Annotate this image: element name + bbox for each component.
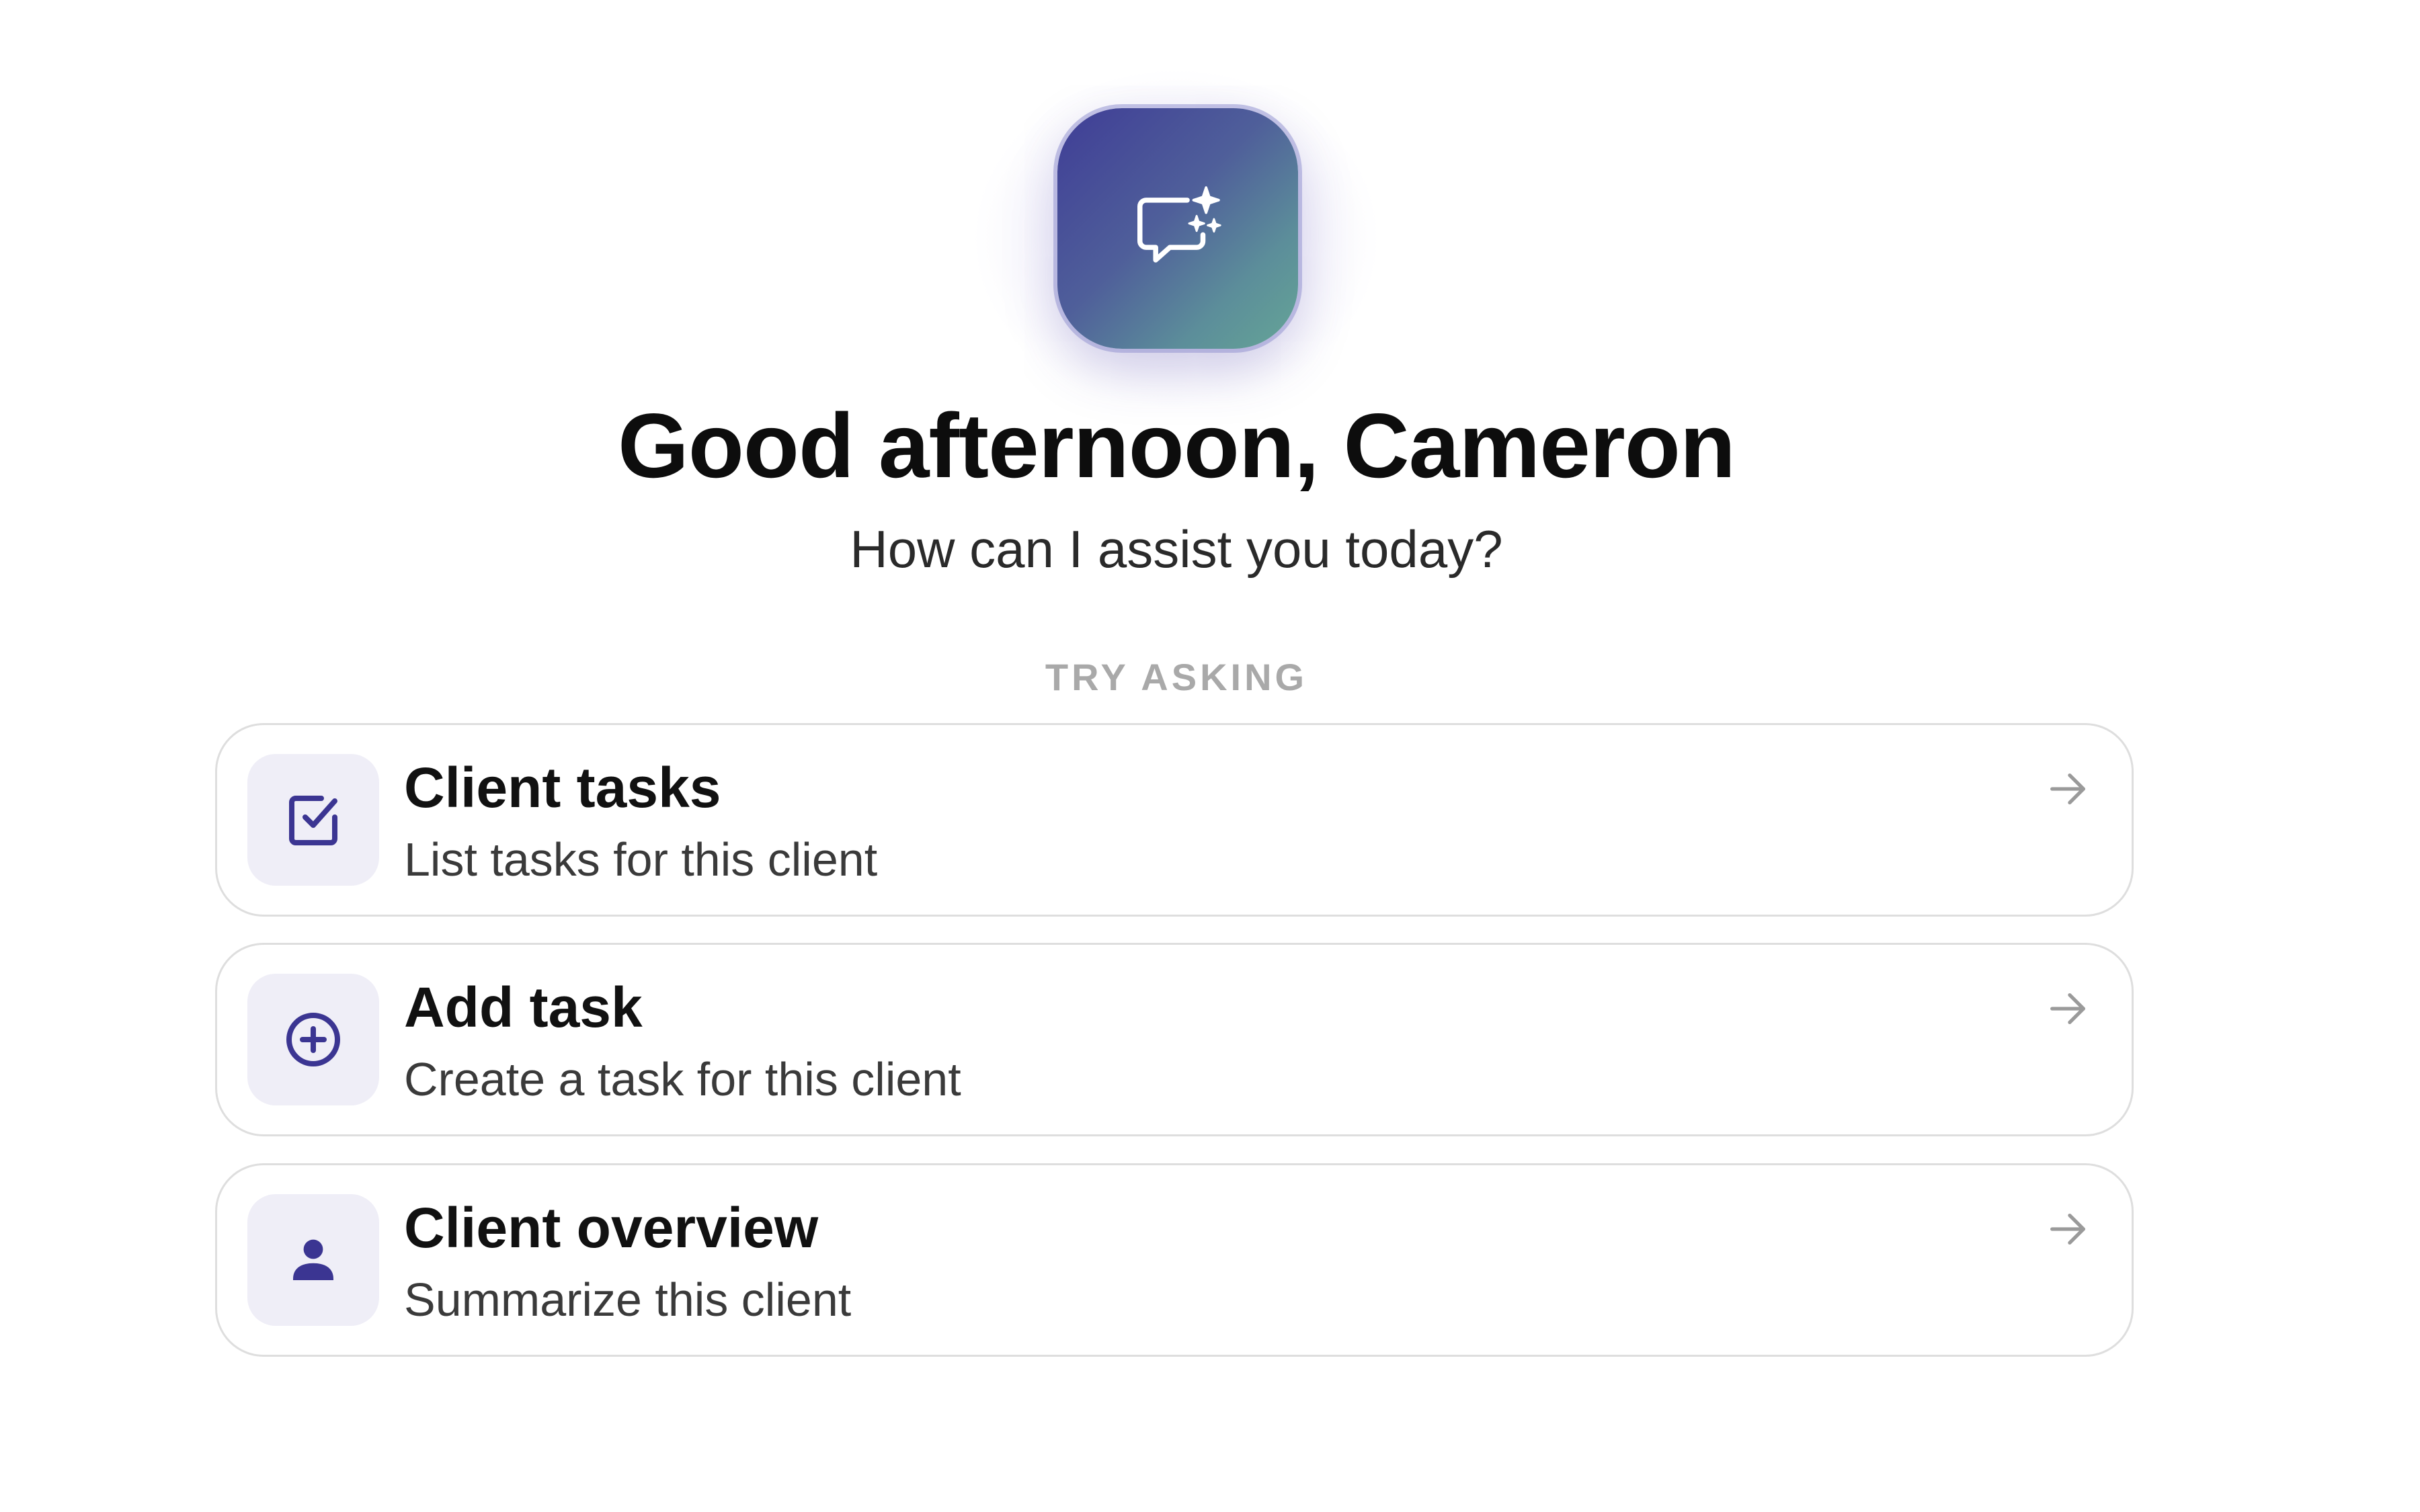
person-icon bbox=[293, 1239, 333, 1280]
suggestion-icon-tile bbox=[247, 754, 379, 886]
suggestion-title: Client tasks bbox=[404, 756, 721, 819]
checkbox-icon bbox=[289, 796, 337, 845]
greeting-subtitle: How can I assist you today? bbox=[850, 519, 1503, 579]
arrow-right-icon bbox=[2050, 993, 2085, 1025]
arrow-right-icon bbox=[2050, 773, 2085, 805]
suggestion-client-overview[interactable]: Client overview Summarize this client bbox=[215, 1163, 2134, 1357]
chat-sparkle-icon bbox=[1137, 186, 1221, 263]
assistant-logo bbox=[1057, 108, 1298, 349]
suggestion-title: Add task bbox=[404, 976, 643, 1039]
suggestion-icon-tile bbox=[247, 1194, 379, 1326]
greeting-heading: Good afternoon, Cameron bbox=[618, 394, 1736, 497]
suggestions-label: TRY ASKING bbox=[1045, 656, 1308, 698]
suggestion-title: Client overview bbox=[404, 1196, 819, 1259]
suggestion-description: Summarize this client bbox=[404, 1273, 852, 1326]
suggestion-add-task[interactable]: Add task Create a task for this client bbox=[215, 943, 2134, 1136]
plus-circle-icon bbox=[286, 1013, 340, 1066]
suggestion-description: Create a task for this client bbox=[404, 1053, 961, 1105]
suggestion-description: List tasks for this client bbox=[404, 833, 878, 886]
arrow-right-icon bbox=[2050, 1213, 2085, 1245]
suggestion-client-tasks[interactable]: Client tasks List tasks for this client bbox=[215, 723, 2134, 917]
suggestion-icon-tile bbox=[247, 974, 379, 1105]
